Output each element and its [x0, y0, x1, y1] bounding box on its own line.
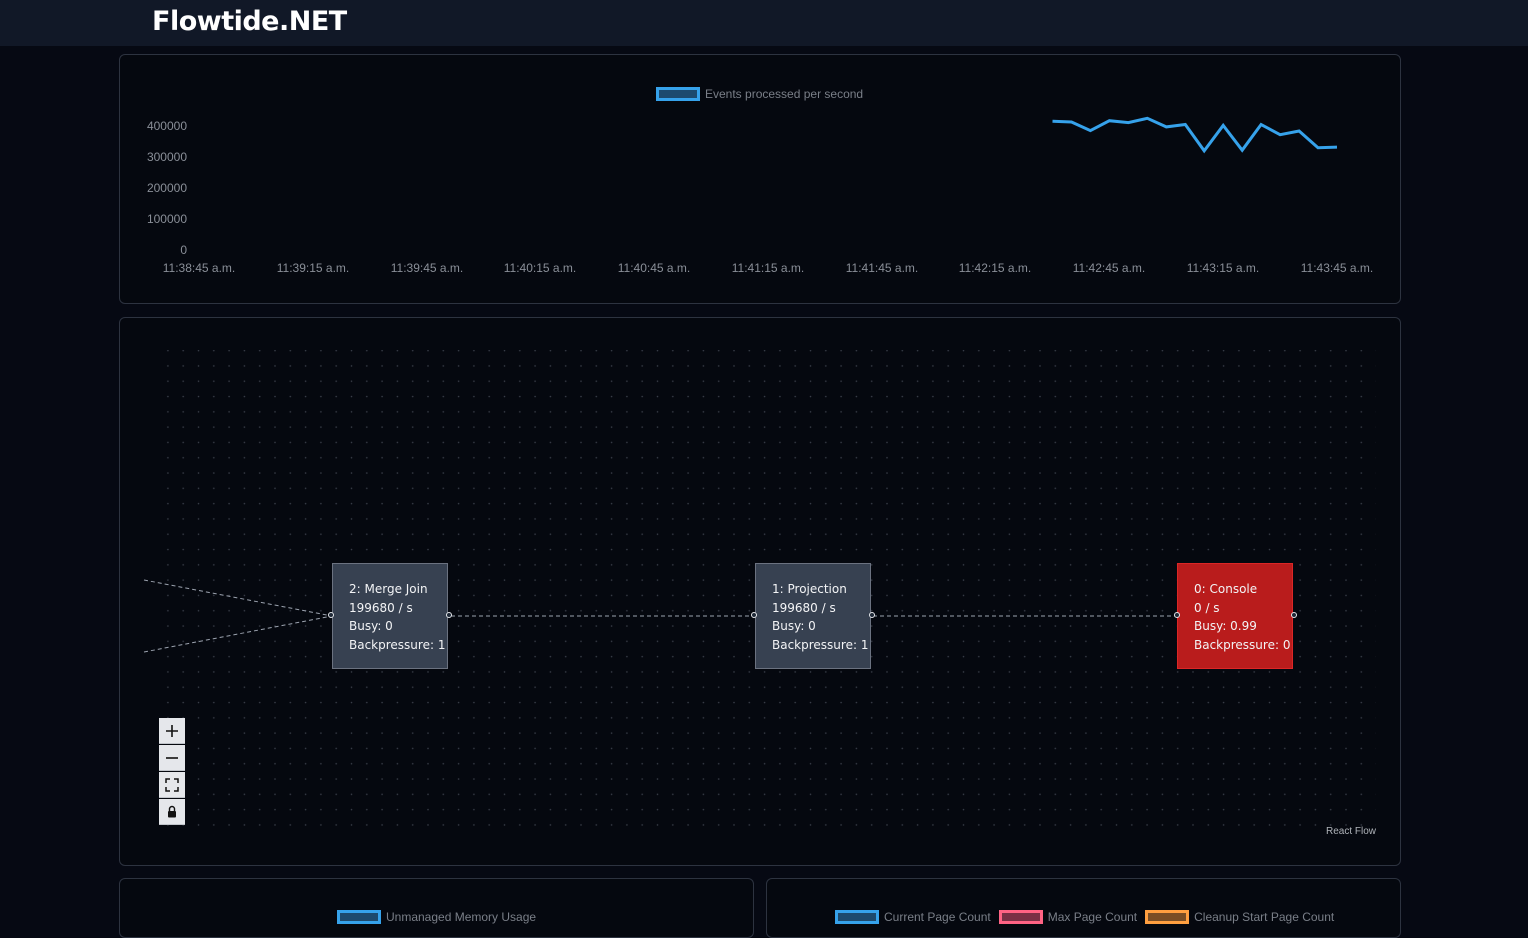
x-tick: 11:43:45 a.m.	[1300, 261, 1374, 275]
legend-label[interactable]: Cleanup Start Page Count	[1194, 910, 1334, 924]
node-busy: Busy: 0	[772, 619, 816, 633]
node-rate: 0 / s	[1194, 600, 1220, 615]
node-backpressure: Backpressure: 1	[349, 637, 446, 652]
x-tick: 11:38:45 a.m.	[162, 261, 236, 275]
x-tick: 11:41:45 a.m.	[845, 261, 919, 275]
node-handle[interactable]	[751, 612, 757, 618]
page-count-chart-legend: Current Page Count Max Page Count Cleanu…	[835, 910, 1334, 924]
node-backpressure: Backpressure: 0	[1194, 637, 1291, 652]
events-chart-panel: Events processed per second 400000 30000…	[119, 54, 1401, 304]
y-tick: 0	[180, 243, 187, 257]
node-busy: Busy: 0.99	[1194, 619, 1257, 633]
zoom-out-button[interactable]	[159, 745, 185, 771]
plus-icon	[166, 724, 178, 737]
x-tick: 11:41:15 a.m.	[731, 261, 805, 275]
node-title: 0: Console	[1194, 582, 1258, 596]
x-tick: 11:40:15 a.m.	[503, 261, 577, 275]
x-tick: 11:42:15 a.m.	[958, 261, 1032, 275]
y-tick: 300000	[146, 150, 187, 164]
legend-label: Events processed per second	[705, 87, 864, 101]
node-handle[interactable]	[1174, 612, 1180, 618]
fit-view-button[interactable]	[159, 772, 185, 798]
memory-chart-panel: Unmanaged Memory Usage	[119, 878, 754, 938]
legend-swatch	[1145, 910, 1190, 924]
x-tick: 11:39:15 a.m.	[276, 261, 350, 275]
legend-swatch	[835, 910, 879, 924]
node-title: 2: Merge Join	[349, 582, 428, 596]
lock-button[interactable]	[159, 799, 185, 825]
y-tick: 200000	[146, 181, 187, 195]
x-tick: 11:42:45 a.m.	[1072, 261, 1146, 275]
x-tick: 11:43:15 a.m.	[1186, 261, 1260, 275]
fit-view-icon	[165, 777, 179, 792]
node-handle[interactable]	[446, 612, 452, 618]
minus-icon	[166, 756, 178, 759]
x-tick: 11:39:45 a.m.	[390, 261, 464, 275]
app-title: Flowtide.NET	[152, 6, 347, 37]
legend-label: Unmanaged Memory Usage	[386, 910, 537, 924]
flow-node-projection[interactable]: 1: Projection 199680 / s Busy: 0 Backpre…	[755, 563, 871, 669]
zoom-in-button[interactable]	[159, 718, 185, 744]
legend-swatch	[656, 87, 700, 101]
x-tick: 11:40:45 a.m.	[617, 261, 691, 275]
node-rate: 199680 / s	[349, 600, 413, 615]
events-chart-legend[interactable]: Events processed per second	[656, 87, 863, 101]
y-tick: 100000	[146, 212, 187, 226]
app-header: Flowtide.NET	[0, 0, 1528, 46]
y-tick: 400000	[146, 119, 187, 133]
memory-chart-legend[interactable]: Unmanaged Memory Usage	[337, 910, 536, 924]
node-busy: Busy: 0	[349, 619, 393, 633]
legend-swatch	[998, 910, 1043, 924]
legend-label[interactable]: Current Page Count	[884, 910, 991, 924]
legend-label[interactable]: Max Page Count	[1048, 910, 1137, 924]
node-handle[interactable]	[328, 612, 334, 618]
flow-node-console[interactable]: 0: Console 0 / s Busy: 0.99 Backpressure…	[1177, 563, 1293, 669]
node-title: 1: Projection	[772, 582, 847, 596]
node-handle[interactable]	[1291, 612, 1297, 618]
legend-swatch	[337, 910, 381, 924]
series-line	[1052, 116, 1338, 154]
flow-node-merge-join[interactable]: 2: Merge Join 199680 / s Busy: 0 Backpre…	[332, 563, 448, 669]
page-count-chart-panel: Current Page Count Max Page Count Cleanu…	[766, 878, 1401, 938]
node-backpressure: Backpressure: 1	[772, 637, 869, 652]
lock-icon	[168, 805, 176, 817]
node-rate: 199680 / s	[772, 600, 836, 615]
node-handle[interactable]	[869, 612, 875, 618]
react-flow-attribution[interactable]: React Flow	[1326, 826, 1376, 837]
